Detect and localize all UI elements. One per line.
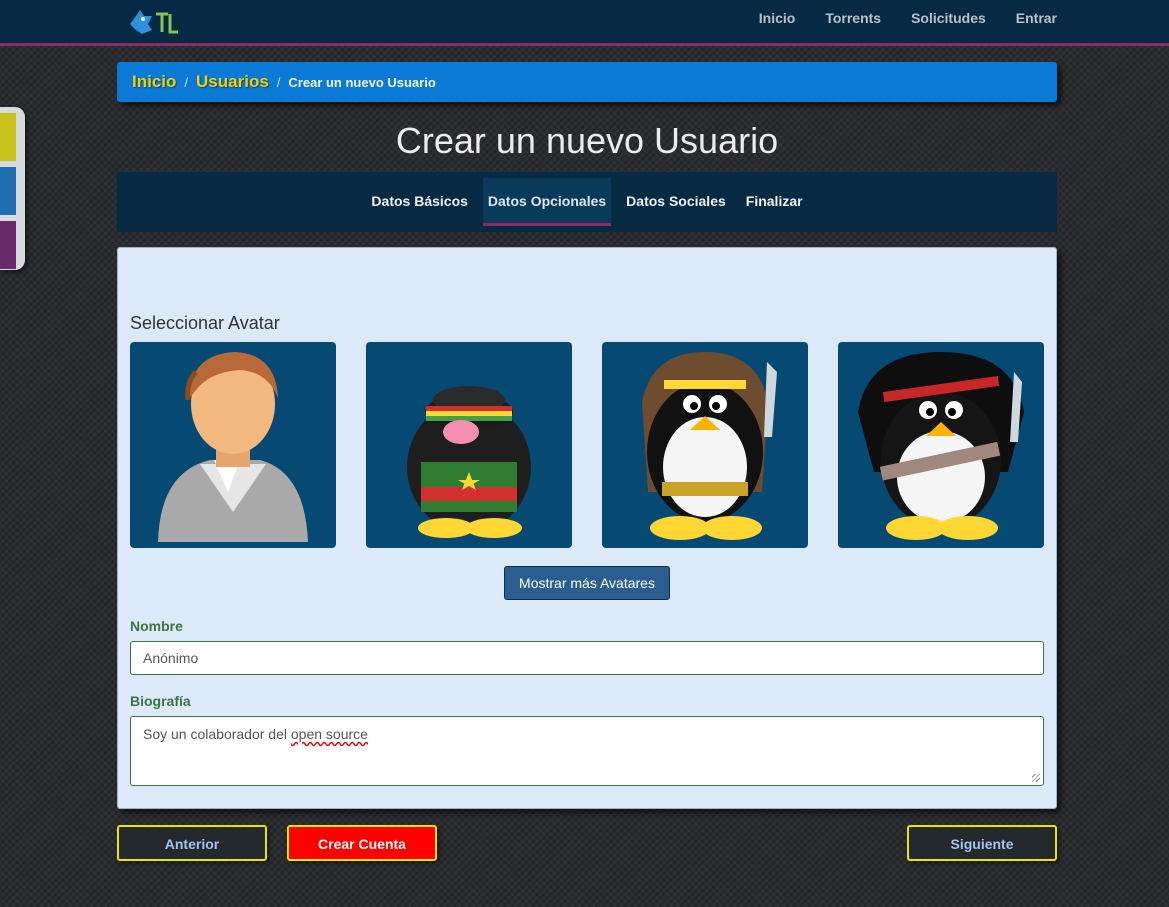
name-field-value: Anónimo [143,650,199,666]
barbarian-penguin-avatar-icon [642,352,777,540]
breadcrumb-inicio[interactable]: Inicio [132,72,176,92]
avatar-option-barbarian-penguin[interactable] [602,342,808,548]
breadcrumb-usuarios[interactable]: Usuarios [196,72,269,92]
bio-text: Soy un colaborador del [143,726,291,742]
blue-bird-logo-icon[interactable] [126,6,184,38]
nav-torrents[interactable]: Torrents [825,10,881,26]
avatar-option-person[interactable] [130,342,336,548]
avatar-heading: Seleccionar Avatar [130,313,280,333]
resize-handle-icon[interactable] [1032,774,1040,782]
more-avatars-button[interactable]: Mostrar más Avatares [504,566,670,600]
bio-textarea[interactable]: Soy un colaborador del open source [130,716,1044,786]
purple-badge-icon[interactable] [0,221,16,269]
bio-text-misspelled: open source [290,726,368,742]
next-button[interactable]: Siguiente [907,825,1057,861]
page-title: Crear un nuevo Usuario [395,120,779,161]
rasta-penguin-avatar-icon [407,386,531,538]
create-account-button[interactable]: Crear Cuenta [287,825,437,861]
person-avatar-icon [158,352,308,542]
nav-inicio[interactable]: Inicio [759,10,796,26]
side-social-panel [0,107,25,270]
breadcrumb-separator: / [184,74,189,90]
blue-badge-icon[interactable] [0,167,16,215]
optional-data-panel: Seleccionar Avatar Mostrar más Avatares … [117,247,1057,809]
breadcrumb-separator: / [276,74,281,90]
rambo-penguin-avatar-icon [858,352,1024,540]
top-navbar: Inicio Torrents Solicitudes Entrar [0,0,1169,46]
tab-datos-basicos[interactable]: Datos Básicos [366,178,472,226]
avatar-option-rambo-penguin[interactable] [838,342,1044,548]
wizard-tabs: Datos Básicos Datos Opcionales Datos Soc… [117,172,1057,232]
yellow-badge-icon[interactable] [0,113,16,161]
prev-button[interactable]: Anterior [117,825,267,861]
bio-label: Biografía [130,693,191,709]
name-label: Nombre [130,618,183,634]
name-field[interactable]: Anónimo [130,641,1044,675]
nav-entrar[interactable]: Entrar [1016,10,1057,26]
avatar-option-rasta-penguin[interactable] [366,342,572,548]
tab-finalizar[interactable]: Finalizar [741,178,808,226]
breadcrumb-current: Crear un nuevo Usuario [288,74,436,90]
tab-datos-opcionales[interactable]: Datos Opcionales [482,178,612,226]
tab-datos-sociales[interactable]: Datos Sociales [621,178,731,226]
nav-solicitudes[interactable]: Solicitudes [911,10,986,26]
breadcrumb: Inicio / Usuarios / Crear un nuevo Usuar… [117,62,1057,102]
